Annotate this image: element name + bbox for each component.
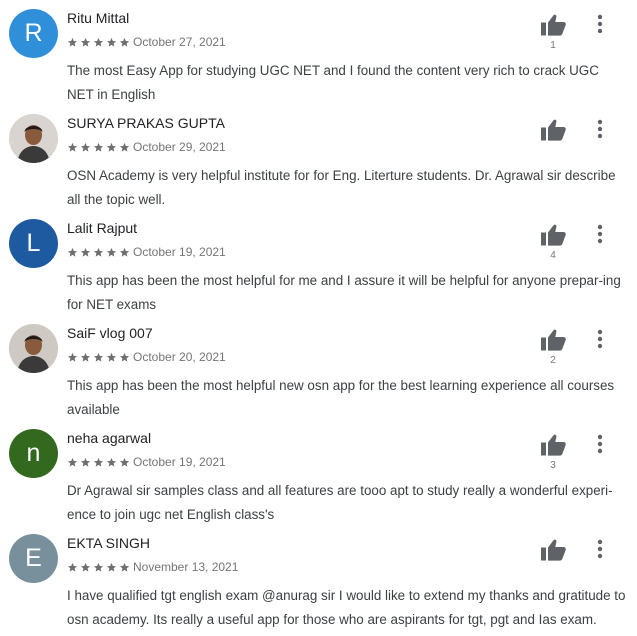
review-item: R Ritu Mittal October 27, 2021 1 The mos… <box>0 0 637 105</box>
rating-row: October 27, 2021 <box>67 35 226 49</box>
avatar: E <box>9 534 58 583</box>
star-filled-icon <box>119 142 130 152</box>
star-filled-icon <box>93 37 104 47</box>
star-rating <box>67 247 130 258</box>
star-filled-icon <box>67 562 78 572</box>
helpful-count: 1 <box>550 40 556 51</box>
review-text: The most Easy App for studying UGC NET a… <box>67 63 599 102</box>
thumbs-up-icon[interactable] <box>541 539 566 561</box>
star-filled-icon <box>93 247 104 257</box>
more-vert-icon[interactable] <box>595 539 605 559</box>
rating-row: October 20, 2021 <box>67 350 226 364</box>
star-filled-icon <box>80 457 91 467</box>
star-filled-icon <box>106 562 117 572</box>
thumbs-up-icon[interactable] <box>541 434 566 456</box>
profile-photo <box>9 114 58 163</box>
star-filled-icon <box>67 352 78 362</box>
rating-row: October 19, 2021 <box>67 455 226 469</box>
star-filled-icon <box>119 457 130 467</box>
review-text: This app has been the most helpful new o… <box>67 378 615 417</box>
star-rating <box>67 352 130 363</box>
review-date: October 29, 2021 <box>133 140 226 154</box>
avatar <box>9 114 58 163</box>
review-date: October 27, 2021 <box>133 35 226 49</box>
rating-row: October 29, 2021 <box>67 140 226 154</box>
star-filled-icon <box>119 247 130 257</box>
review-date: October 19, 2021 <box>133 245 226 259</box>
more-vert-icon[interactable] <box>595 119 605 139</box>
star-filled-icon <box>119 352 130 362</box>
star-filled-icon <box>80 247 91 257</box>
helpful-count: 4 <box>550 250 556 261</box>
review-item: SaiF vlog 007 October 20, 2021 2 This ap… <box>0 315 637 420</box>
star-rating <box>67 457 130 468</box>
review-item: E EKTA SINGH November 13, 2021 I have qu… <box>0 525 637 630</box>
star-filled-icon <box>106 142 117 152</box>
review-date: November 13, 2021 <box>133 560 239 574</box>
star-filled-icon <box>119 37 130 47</box>
review-text: I have qualified tgt english exam @anura… <box>67 588 626 627</box>
reviewer-name: Lalit Rajput <box>67 220 138 236</box>
star-filled-icon <box>67 247 78 257</box>
star-filled-icon <box>106 457 117 467</box>
star-filled-icon <box>67 37 78 47</box>
avatar-letter: n <box>26 439 41 467</box>
more-vert-icon[interactable] <box>595 14 605 34</box>
rating-row: November 13, 2021 <box>67 560 238 574</box>
star-filled-icon <box>93 352 104 362</box>
reviewer-name: neha agarwal <box>67 430 152 446</box>
review-date: October 20, 2021 <box>133 350 226 364</box>
star-rating <box>67 142 130 153</box>
avatar: n <box>9 429 58 478</box>
star-filled-icon <box>80 562 91 572</box>
avatar-letter: E <box>25 544 42 572</box>
avatar: L <box>9 219 58 268</box>
star-filled-icon <box>80 142 91 152</box>
star-filled-icon <box>80 37 91 47</box>
review-text: OSN Academy is very helpful institute fo… <box>67 168 616 207</box>
star-rating <box>67 562 130 573</box>
thumbs-up-icon[interactable] <box>541 329 566 351</box>
more-vert-icon[interactable] <box>595 329 605 349</box>
star-rating <box>67 37 130 48</box>
reviewer-name: Ritu Mittal <box>67 10 130 26</box>
helpful-count: 2 <box>550 355 556 366</box>
star-filled-icon <box>106 352 117 362</box>
avatar-letter: L <box>26 229 41 257</box>
review-item: L Lalit Rajput October 19, 2021 4 This a… <box>0 210 637 315</box>
star-filled-icon <box>106 37 117 47</box>
star-filled-icon <box>93 457 104 467</box>
review-item: SURYA PRAKAS GUPTA October 29, 2021 OSN … <box>0 105 637 210</box>
star-filled-icon <box>119 562 130 572</box>
helpful-count: 3 <box>550 460 556 471</box>
reviewer-name: SURYA PRAKAS GUPTA <box>67 115 225 131</box>
thumbs-up-icon[interactable] <box>541 224 566 246</box>
star-filled-icon <box>67 457 78 467</box>
star-filled-icon <box>106 247 117 257</box>
avatar-letter: R <box>24 19 43 47</box>
avatar: R <box>9 9 58 58</box>
more-vert-icon[interactable] <box>595 434 605 454</box>
reviewer-name: EKTA SINGH <box>67 535 150 551</box>
star-filled-icon <box>93 562 104 572</box>
profile-photo <box>9 324 58 373</box>
rating-row: October 19, 2021 <box>67 245 226 259</box>
reviewer-name: SaiF vlog 007 <box>67 325 153 341</box>
thumbs-up-icon[interactable] <box>541 119 566 141</box>
star-filled-icon <box>67 142 78 152</box>
thumbs-up-icon[interactable] <box>541 14 566 36</box>
avatar <box>9 324 58 373</box>
review-date: October 19, 2021 <box>133 455 226 469</box>
review-text: This app has been the most helpful for m… <box>67 273 621 312</box>
star-filled-icon <box>93 142 104 152</box>
review-item: n neha agarwal October 19, 2021 3 Dr Agr… <box>0 420 637 525</box>
review-text: Dr Agrawal sir samples class and all fea… <box>67 483 613 522</box>
more-vert-icon[interactable] <box>595 224 605 244</box>
star-filled-icon <box>80 352 91 362</box>
review-list: R Ritu Mittal October 27, 2021 1 The mos… <box>0 0 637 630</box>
